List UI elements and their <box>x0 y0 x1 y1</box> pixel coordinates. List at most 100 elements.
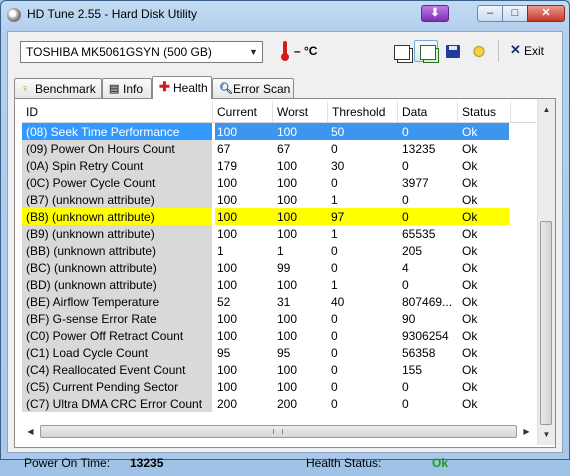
table-row[interactable]: (BF) G-sense Error Rate 100 100 0 90 Ok <box>22 310 536 327</box>
chevron-down-icon[interactable]: ▼ <box>245 42 262 62</box>
cell-threshold: 1 <box>331 278 338 292</box>
cell-status: Ok <box>462 142 478 156</box>
red-cross-icon: ✚ <box>159 79 170 94</box>
scroll-right-icon[interactable]: ▶ <box>518 423 535 440</box>
tab-info[interactable]: ▤ Info <box>102 78 152 98</box>
table-row[interactable]: (BE) Airflow Temperature 52 31 40 807469... O… <box>22 293 536 310</box>
table-row[interactable]: (0A) Spin Retry Count 179 100 30 0 Ok <box>22 157 536 174</box>
cell-worst: 100 <box>277 159 298 173</box>
table-row[interactable]: (C1) Load Cycle Count 95 95 0 56358 Ok <box>22 344 536 361</box>
scroll-up-icon[interactable]: ▲ <box>538 101 555 118</box>
table-row[interactable]: (C0) Power Off Retract Count 100 100 0 93062… <box>22 327 536 344</box>
cell-worst: 100 <box>277 210 298 224</box>
cell-threshold: 0 <box>331 346 338 360</box>
cell-status: Ok <box>462 159 478 173</box>
cell-threshold: 0 <box>331 363 338 377</box>
table-row[interactable]: (0C) Power Cycle Count 100 100 0 3977 Ok <box>22 174 536 191</box>
tab-error-scan[interactable]: 🔍︎ Error Scan <box>212 78 294 98</box>
table-row[interactable]: (08) Seek Time Performance 100 100 50 0 Ok <box>22 123 536 140</box>
scroll-left-icon[interactable]: ◀ <box>22 423 39 440</box>
cell-current: 100 <box>217 227 238 241</box>
health-status-label: Health Status: <box>306 456 382 470</box>
tab-health-label: Health <box>173 81 208 95</box>
vertical-scroll-thumb[interactable] <box>540 221 552 425</box>
cell-current: 100 <box>217 176 238 190</box>
cell-current: 100 <box>217 312 238 326</box>
power-on-time-label: Power On Time: <box>24 456 111 470</box>
minimize-button[interactable]: – <box>477 5 503 22</box>
maximize-button[interactable]: □ <box>502 5 528 22</box>
cell-threshold: 0 <box>331 142 338 156</box>
cell-worst: 200 <box>277 397 298 411</box>
cell-status: Ok <box>462 210 478 224</box>
cell-data: 13235 <box>402 142 436 156</box>
cell-threshold: 0 <box>331 380 338 394</box>
tab-health[interactable]: ✚ Health <box>152 76 212 99</box>
table-row[interactable]: (B9) (unknown attribute) 100 100 1 65535 Ok <box>22 225 536 242</box>
cell-status: Ok <box>462 363 478 377</box>
cell-data: 9306254 <box>402 329 449 343</box>
column-header-status[interactable]: Status <box>462 105 496 119</box>
cell-current: 100 <box>217 329 238 343</box>
exit-button[interactable]: ✕ Exit <box>506 40 550 62</box>
cell-threshold: 30 <box>331 159 345 173</box>
table-row[interactable]: (B7) (unknown attribute) 100 100 1 0 Ok <box>22 191 536 208</box>
cell-current: 100 <box>217 210 238 224</box>
vertical-scrollbar[interactable]: ▲ ▼ <box>537 99 555 445</box>
cell-threshold: 0 <box>331 312 338 326</box>
table-row[interactable]: (09) Power On Hours Count 67 67 0 13235 Ok <box>22 140 536 157</box>
cell-status: Ok <box>462 380 478 394</box>
column-header-threshold[interactable]: Threshold <box>332 105 385 119</box>
cell-data: 3977 <box>402 176 429 190</box>
table-row[interactable]: (C5) Current Pending Sector 100 100 0 0 Ok <box>22 378 536 395</box>
copy-text-button[interactable] <box>388 40 412 62</box>
health-status-value: Ok <box>432 456 449 470</box>
smart-table[interactable]: ID Current Worst Threshold Data Status (… <box>22 101 536 421</box>
tab-benchmark[interactable]: ♀ Benchmark <box>14 78 102 98</box>
options-button[interactable] <box>466 40 490 62</box>
lightbulb-icon: ♀ <box>21 83 30 95</box>
table-header: ID Current Worst Threshold Data Status <box>22 101 536 123</box>
cell-current: 52 <box>217 295 231 309</box>
download-icon[interactable]: ⬇ <box>421 5 449 22</box>
title-bar[interactable]: HD Tune 2.55 - Hard Disk Utility ⬇ – □ ✕ <box>1 1 569 29</box>
cell-id: (B7) (unknown attribute) <box>26 193 155 207</box>
cell-status: Ok <box>462 125 478 139</box>
cell-status: Ok <box>462 278 478 292</box>
cell-threshold: 0 <box>331 261 338 275</box>
column-header-current[interactable]: Current <box>217 105 257 119</box>
cell-threshold: 0 <box>331 397 338 411</box>
horizontal-scroll-thumb[interactable] <box>40 425 517 438</box>
scroll-down-icon[interactable]: ▼ <box>538 426 555 443</box>
table-row[interactable]: (BB) (unknown attribute) 1 1 0 205 Ok <box>22 242 536 259</box>
window-title: HD Tune 2.55 - Hard Disk Utility <box>27 7 198 21</box>
copy-text-icon <box>394 45 410 60</box>
table-row[interactable]: (C4) Reallocated Event Count 100 100 0 155 Ok <box>22 361 536 378</box>
app-window: HD Tune 2.55 - Hard Disk Utility ⬇ – □ ✕… <box>0 0 570 470</box>
table-row[interactable]: (BC) (unknown attribute) 100 99 0 4 Ok <box>22 259 536 276</box>
cell-worst: 100 <box>277 380 298 394</box>
cell-worst: 100 <box>277 363 298 377</box>
cell-threshold: 0 <box>331 176 338 190</box>
table-row[interactable]: (BD) (unknown attribute) 100 100 1 0 Ok <box>22 276 536 293</box>
cell-current: 100 <box>217 193 238 207</box>
cell-id: (B9) (unknown attribute) <box>26 227 155 241</box>
column-header-id[interactable]: ID <box>26 105 38 119</box>
cell-data: 90 <box>402 312 416 326</box>
cell-worst: 95 <box>277 346 291 360</box>
copy-screen-button[interactable] <box>414 40 438 62</box>
horizontal-scrollbar[interactable]: ◀ ▶ <box>22 423 535 440</box>
column-header-data[interactable]: Data <box>402 105 427 119</box>
cell-status: Ok <box>462 244 478 258</box>
column-header-worst[interactable]: Worst <box>277 105 308 119</box>
tab-benchmark-label: Benchmark <box>35 82 96 96</box>
cell-status: Ok <box>462 227 478 241</box>
cell-current: 95 <box>217 346 231 360</box>
table-row[interactable]: (C7) Ultra DMA CRC Error Count 200 200 0 0 Ok <box>22 395 536 412</box>
table-row[interactable]: (B8) (unknown attribute) 100 100 97 0 Ok <box>22 208 536 225</box>
drive-select[interactable]: TOSHIBA MK5061GSYN (500 GB) ▼ <box>20 41 263 63</box>
cell-threshold: 0 <box>331 329 338 343</box>
save-button[interactable] <box>440 40 464 62</box>
cell-current: 100 <box>217 125 238 139</box>
close-button[interactable]: ✕ <box>527 5 565 22</box>
